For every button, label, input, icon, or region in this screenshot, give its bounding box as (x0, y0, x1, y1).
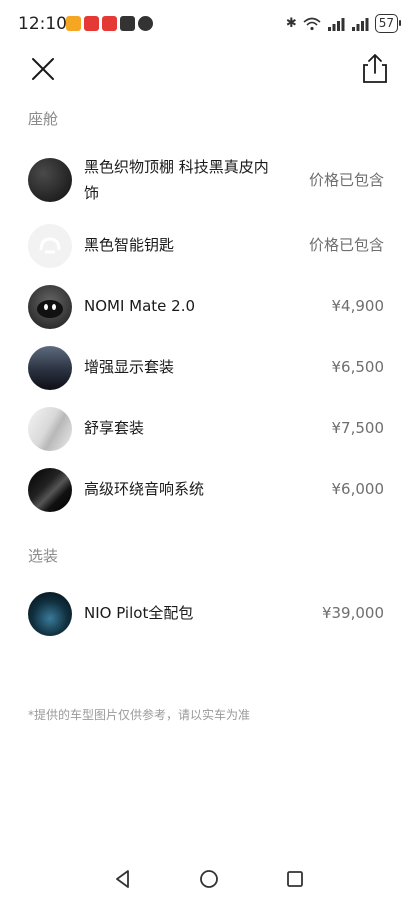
item-thumbnail (28, 592, 72, 636)
home-circle-icon (200, 870, 218, 888)
back-triangle-icon (116, 870, 129, 888)
item-name: 黑色织物顶棚 科技黑真皮内 (84, 158, 269, 176)
item-price: 价格已包含 (308, 236, 384, 254)
item-name: 高级环绕音响系统 (84, 480, 205, 498)
item-name: NOMI Mate 2.0 (84, 297, 196, 315)
nav-home-button[interactable] (198, 868, 220, 890)
wifi-icon (303, 17, 321, 30)
item-name: 舒享套装 (84, 419, 145, 437)
section-title-cabin: 座舱 (28, 110, 59, 128)
item-price: ¥6,500 (331, 358, 385, 376)
recents-square-icon (287, 871, 303, 887)
app-notification-icon (66, 16, 81, 31)
section-title-optional: 选装 (28, 547, 59, 565)
item-price: 价格已包含 (308, 171, 384, 189)
item-price: ¥4,900 (331, 297, 385, 315)
item-thumbnail (28, 468, 72, 512)
item-thumbnail (28, 346, 72, 390)
disclaimer-text: *提供的车型图片仅供参考，请以实车为准 (28, 708, 251, 722)
nav-recents-button[interactable] (284, 868, 306, 890)
nomi-face-icon (37, 300, 63, 318)
app-notification-icon (102, 16, 117, 31)
item-name: 黑色智能钥匙 (84, 236, 175, 254)
status-time: 12:10 (18, 14, 67, 34)
system-nav-bar (0, 858, 418, 900)
item-price: ¥6,000 (331, 480, 385, 498)
list-item[interactable]: NOMI Mate 2.0 ¥4,900 (28, 283, 384, 333)
signal-icon (351, 17, 369, 31)
bluetooth-icon: ✱ (285, 16, 297, 31)
close-icon (32, 58, 54, 80)
item-thumbnail (28, 407, 72, 451)
share-button[interactable] (360, 52, 390, 84)
item-thumbnail (28, 158, 72, 202)
status-right: ✱ 57 (285, 14, 402, 33)
item-name: 增强显示套装 (84, 358, 175, 376)
app-notification-icon (84, 16, 99, 31)
list-item[interactable]: 增强显示套装 ¥6,500 (28, 344, 384, 394)
close-button[interactable] (28, 54, 58, 84)
share-icon (363, 54, 387, 83)
list-item[interactable]: 黑色织物顶棚 科技黑真皮内 饰 价格已包含 (28, 156, 384, 206)
notification-icons (66, 16, 153, 31)
item-name: NIO Pilot全配包 (84, 604, 194, 622)
item-name-continued: 饰 (84, 184, 100, 202)
alarm-icon (138, 16, 153, 31)
item-price: ¥7,500 (331, 419, 385, 437)
battery-icon: 57 (374, 14, 402, 33)
signal-icon (327, 17, 345, 31)
key-logo-icon (39, 237, 61, 254)
nav-back-button[interactable] (112, 868, 134, 890)
item-thumbnail (28, 285, 72, 329)
item-thumbnail (28, 224, 72, 268)
item-price: ¥39,000 (321, 604, 384, 622)
list-item[interactable]: 舒享套装 ¥7,500 (28, 405, 384, 455)
list-item[interactable]: NIO Pilot全配包 ¥39,000 (28, 590, 384, 640)
status-bar: 12:10 ✱ 57 (0, 0, 418, 50)
nfc-icon (120, 16, 135, 31)
list-item[interactable]: 高级环绕音响系统 ¥6,000 (28, 466, 384, 516)
list-item[interactable]: 黑色智能钥匙 价格已包含 (28, 222, 384, 272)
